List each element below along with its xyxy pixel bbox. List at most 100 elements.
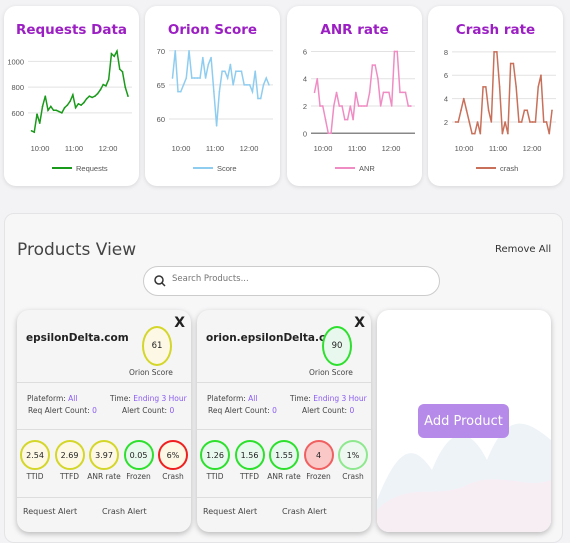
data-point xyxy=(268,84,270,86)
series-line xyxy=(31,48,129,134)
y-tick-label: 8 xyxy=(444,48,448,57)
data-point xyxy=(215,124,218,127)
data-point xyxy=(107,78,110,81)
crash-alert-link[interactable]: Crash Alert xyxy=(102,507,147,516)
y-tick-label: 800 xyxy=(11,83,24,92)
data-point xyxy=(179,90,182,93)
metric-value: 2.54 xyxy=(20,440,50,470)
data-point xyxy=(507,132,509,135)
data-point xyxy=(174,49,177,52)
metric-ttfd: 2.69 TTFD xyxy=(54,440,85,481)
line-chart: 2 4 6 8 10:00 11:00 12:00 crash xyxy=(444,48,556,173)
metric-crash: 1% Crash xyxy=(338,440,368,481)
metric-frozen: 4 Frozen xyxy=(303,440,334,481)
data-point xyxy=(74,106,77,109)
data-point xyxy=(363,105,365,107)
orion-score-circle: 61 xyxy=(142,326,172,366)
data-point xyxy=(344,118,346,121)
metric-value: 4 xyxy=(303,440,334,470)
search-bar[interactable] xyxy=(143,266,440,296)
divider xyxy=(17,429,191,430)
search-input[interactable] xyxy=(172,274,422,284)
y-tick-label: 70 xyxy=(157,47,165,56)
metric-label: Crash xyxy=(162,472,184,481)
metric-ttfd: 1.56 TTFD xyxy=(234,440,265,481)
legend-label: crash xyxy=(500,164,518,173)
data-point xyxy=(335,91,338,94)
data-point xyxy=(94,95,96,97)
data-point xyxy=(377,77,379,80)
data-point xyxy=(520,121,523,123)
series-line xyxy=(455,51,553,135)
data-point xyxy=(404,91,407,94)
req-alert-value: 0 xyxy=(92,406,97,415)
request-alert-link[interactable]: Request Alert xyxy=(203,507,257,516)
data-point xyxy=(321,105,324,107)
add-product-button[interactable]: Add Product xyxy=(418,404,509,438)
add-product-card: Add Product xyxy=(377,310,551,532)
data-point xyxy=(251,90,254,93)
data-point xyxy=(102,83,104,86)
data-point xyxy=(526,109,528,112)
y-tick-label: 2 xyxy=(303,102,307,111)
alert-label: Alert Count: xyxy=(122,406,168,415)
time-label: Time: xyxy=(290,394,311,403)
data-point xyxy=(548,132,551,135)
data-point xyxy=(124,86,127,88)
data-point xyxy=(185,77,188,79)
request-alert-link[interactable]: Request Alert xyxy=(23,507,77,516)
chart-card-score: Orion Score 60 65 70 10:00 11:00 12:00 Score xyxy=(145,6,280,186)
metric-ttid: 1.26 TTID xyxy=(200,440,230,481)
data-point xyxy=(44,95,47,97)
data-point xyxy=(454,121,457,123)
data-point xyxy=(96,92,99,95)
crash-alert-link[interactable]: Crash Alert xyxy=(282,507,327,516)
data-point xyxy=(91,96,93,99)
data-point xyxy=(551,109,553,112)
data-point xyxy=(393,50,396,53)
y-tick-label: 4 xyxy=(444,95,448,104)
x-tick-label: 11:00 xyxy=(206,144,224,153)
data-point xyxy=(360,105,363,107)
data-point xyxy=(177,90,179,93)
data-point xyxy=(407,105,410,107)
x-tick-label: 10:00 xyxy=(172,144,191,153)
remove-all-button[interactable]: Remove All xyxy=(495,244,551,255)
data-point xyxy=(368,91,371,94)
close-icon[interactable]: X xyxy=(354,315,365,331)
data-point xyxy=(468,121,471,123)
metric-ttid: 2.54 TTID xyxy=(20,440,50,481)
series-line xyxy=(313,50,411,135)
close-icon[interactable]: X xyxy=(174,315,185,331)
data-point xyxy=(357,105,360,107)
data-point xyxy=(193,77,196,79)
time-value: Ending 3 Hour xyxy=(313,394,367,403)
alert-info: Alert Count: 0 xyxy=(302,406,354,415)
metric-value: 1% xyxy=(338,440,368,470)
data-point xyxy=(226,77,229,79)
data-point xyxy=(352,118,354,121)
data-point xyxy=(509,62,512,65)
page-title: Products View xyxy=(17,240,137,260)
y-tick-label: 0 xyxy=(303,129,307,138)
data-point xyxy=(207,63,210,66)
alert-info: Alert Count: 0 xyxy=(122,406,174,415)
data-point xyxy=(182,84,185,86)
x-tick-label: 10:00 xyxy=(31,144,50,153)
data-point xyxy=(127,95,129,97)
data-point xyxy=(330,132,332,135)
data-point xyxy=(346,118,349,121)
req-alert-label: Req Alert Count: xyxy=(208,406,270,415)
data-point xyxy=(77,103,80,105)
data-point xyxy=(385,91,387,94)
y-tick-label: 60 xyxy=(157,115,165,124)
legend-label: Requests xyxy=(76,164,108,173)
data-point xyxy=(401,91,404,94)
platform-value: All xyxy=(68,394,78,403)
y-tick-label: 6 xyxy=(303,47,307,56)
data-point xyxy=(248,84,251,86)
product-name: epsilonDelta.com xyxy=(26,332,129,344)
data-point xyxy=(202,56,204,59)
data-point xyxy=(313,91,316,94)
data-point xyxy=(529,121,531,123)
